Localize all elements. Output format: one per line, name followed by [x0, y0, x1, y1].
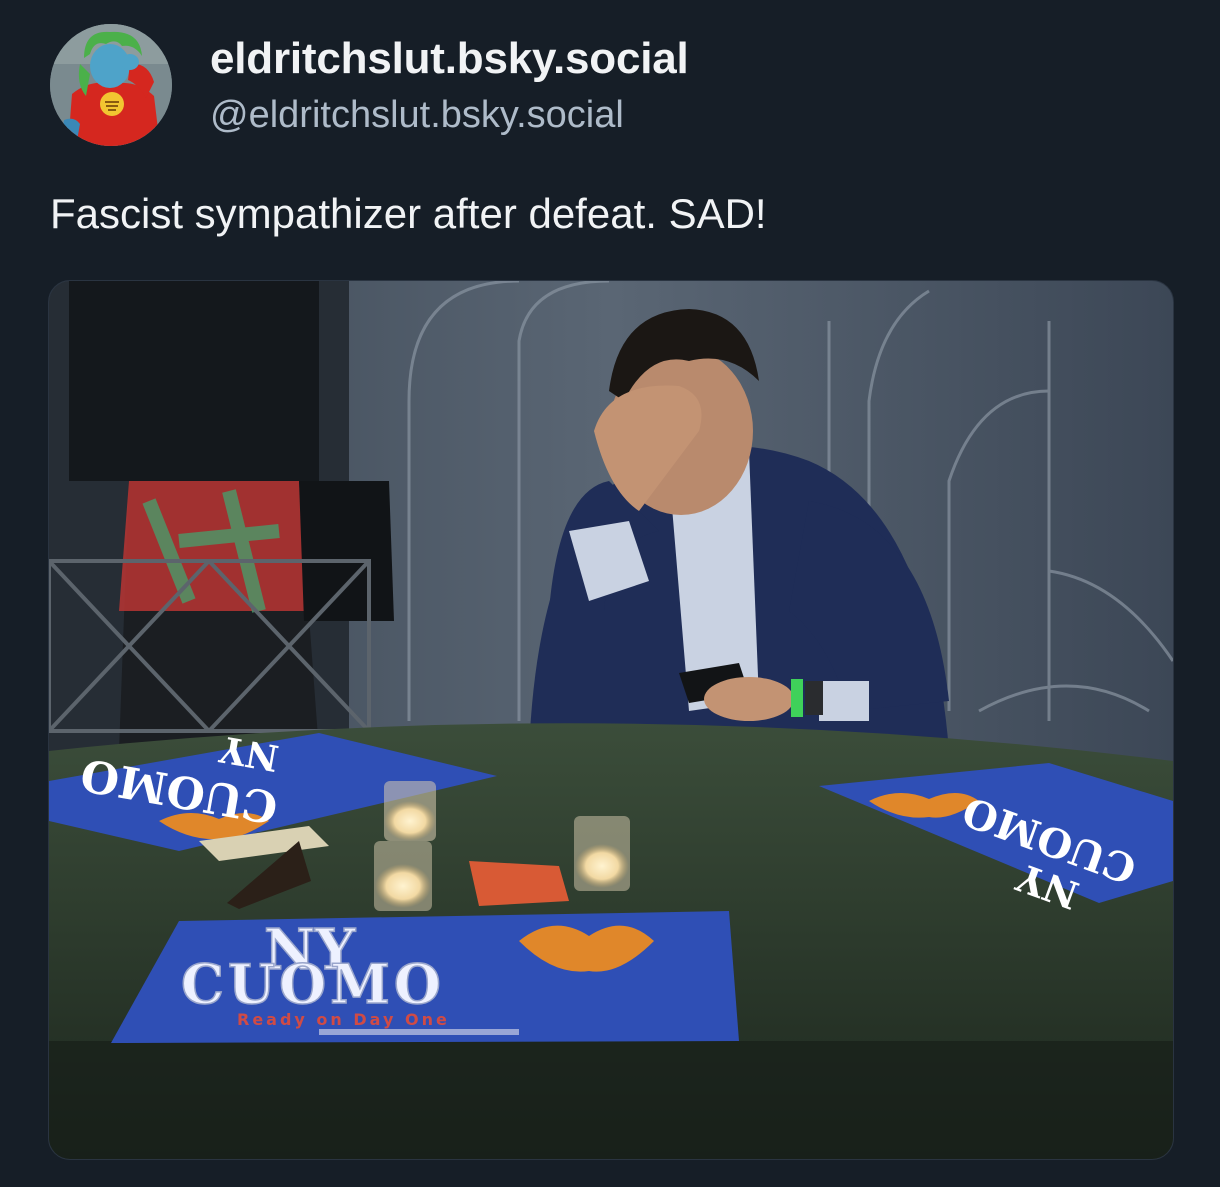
post-text: Fascist sympathizer after defeat. SAD! — [50, 190, 767, 237]
user-handle[interactable]: @eldritchslut.bsky.social — [210, 94, 624, 137]
campaign-sign-front: NY CUOMO Ready on Day One — [111, 911, 739, 1043]
avatar-illustration — [50, 24, 172, 146]
display-name[interactable]: eldritchslut.bsky.social — [210, 34, 689, 84]
sign-front-name: CUOMO — [181, 952, 445, 1016]
post-image[interactable]: CUOMO NY CUOMO NY NY CUOMO Ready on Day … — [48, 280, 1174, 1160]
avatar[interactable] — [50, 24, 172, 146]
post-card: eldritchslut.bsky.social @eldritchslut.b… — [0, 0, 1220, 1187]
photo-scene: CUOMO NY CUOMO NY NY CUOMO Ready on Day … — [49, 281, 1173, 1159]
sign-front-tagline: Ready on Day One — [237, 1010, 450, 1029]
